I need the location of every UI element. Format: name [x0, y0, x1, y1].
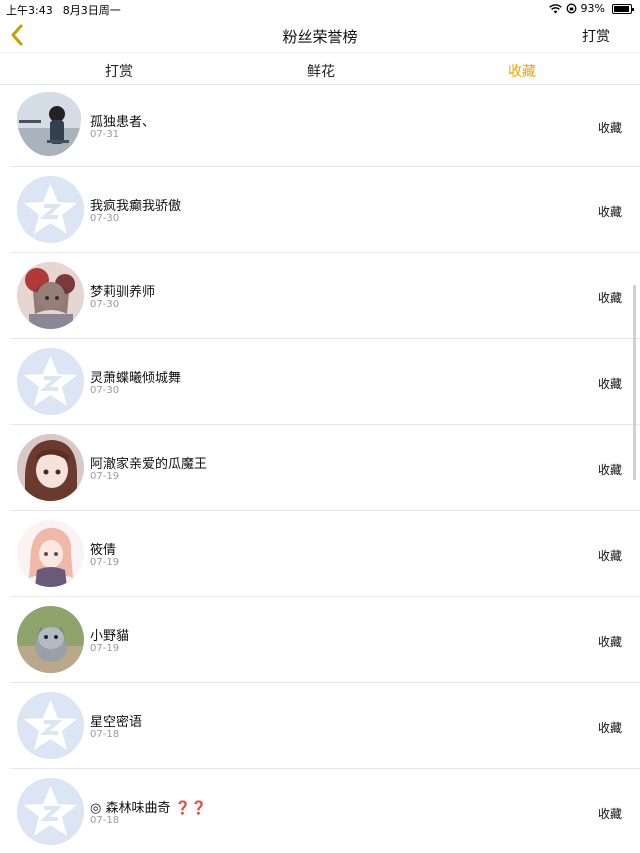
- user-avatar: [17, 520, 84, 587]
- favorite-date: 07-19: [90, 557, 120, 568]
- tab-favorites[interactable]: 收藏: [508, 61, 536, 81]
- favorite-date: 07-30: [90, 213, 120, 224]
- action-label: 收藏: [597, 291, 622, 305]
- scrollbar[interactable]: [633, 285, 636, 480]
- action-label: 收藏: [597, 463, 622, 477]
- list-item[interactable]: 阿澈家亲爱的瓜魔王 07-19 收藏: [10, 425, 640, 511]
- action-label: 收藏: [597, 121, 622, 135]
- user-avatar: [17, 606, 84, 673]
- orientation-lock-icon: [566, 3, 576, 14]
- tab-flowers[interactable]: 鲜花: [307, 61, 335, 81]
- user-name: ◎ 森林味曲奇 ❓❓: [90, 801, 207, 816]
- default-avatar-icon: [17, 692, 84, 759]
- status-time: 上午3:43: [6, 4, 53, 17]
- action-label: 收藏: [597, 807, 622, 821]
- fan-list: 孤独患者、 07-31 收藏 我疯我癫我骄傲 07-30 收藏 梦莉驯养师 07…: [0, 85, 640, 853]
- favorite-date: 07-31: [90, 129, 120, 140]
- list-item[interactable]: ◎ 森林味曲奇 ❓❓ 07-18 收藏: [10, 769, 640, 853]
- action-label: 收藏: [597, 721, 622, 735]
- action-label: 收藏: [597, 205, 622, 219]
- tab-reward[interactable]: 打赏: [105, 61, 133, 81]
- user-name: 灵萧蝶曦倾城舞: [90, 371, 182, 386]
- user-avatar: [17, 262, 84, 329]
- navigation-bar: 粉丝荣誉榜 打赏: [0, 18, 640, 52]
- battery-percentage: 93%: [580, 2, 605, 15]
- default-avatar-icon: [17, 176, 84, 243]
- user-name: 小野貓: [90, 629, 130, 644]
- reward-button[interactable]: 打赏: [582, 26, 610, 46]
- favorite-date: 07-19: [90, 471, 120, 482]
- user-avatar: [17, 92, 81, 156]
- tab-bar: 打赏 鲜花 收藏: [0, 52, 640, 85]
- list-item[interactable]: 星空密语 07-18 收藏: [10, 683, 640, 769]
- user-name: 梦莉驯养师: [90, 285, 156, 300]
- list-item[interactable]: 梦莉驯养师 07-30 收藏: [10, 253, 640, 339]
- list-item[interactable]: 我疯我癫我骄傲 07-30 收藏: [10, 167, 640, 253]
- wifi-icon: [548, 3, 562, 13]
- list-item[interactable]: 灵萧蝶曦倾城舞 07-30 收藏: [10, 339, 640, 425]
- user-name: 我疯我癫我骄傲: [90, 199, 182, 214]
- favorite-date: 07-30: [90, 385, 120, 396]
- status-date: 8月3日周一: [62, 4, 121, 17]
- default-avatar-icon: [17, 778, 84, 845]
- favorite-date: 07-30: [90, 299, 120, 310]
- favorite-date: 07-18: [90, 815, 120, 826]
- page-title: 粉丝荣誉榜: [282, 28, 358, 46]
- user-avatar: [17, 434, 84, 501]
- list-item[interactable]: 孤独患者、 07-31 收藏: [10, 85, 640, 167]
- action-label: 收藏: [597, 635, 622, 649]
- user-name: 筱倩: [90, 543, 117, 558]
- user-name: 阿澈家亲爱的瓜魔王: [90, 457, 208, 472]
- list-item[interactable]: 小野貓 07-19 收藏: [10, 597, 640, 683]
- user-name: 孤独患者、: [90, 115, 156, 130]
- list-item[interactable]: 筱倩 07-19 收藏: [10, 511, 640, 597]
- action-label: 收藏: [597, 549, 622, 563]
- action-label: 收藏: [597, 377, 622, 391]
- favorite-date: 07-18: [90, 729, 120, 740]
- battery-icon: [612, 3, 634, 14]
- default-avatar-icon: [17, 348, 84, 415]
- status-bar: 上午3:43 8月3日周一 93%: [0, 0, 640, 18]
- favorite-date: 07-19: [90, 643, 120, 654]
- user-name: 星空密语: [90, 715, 143, 730]
